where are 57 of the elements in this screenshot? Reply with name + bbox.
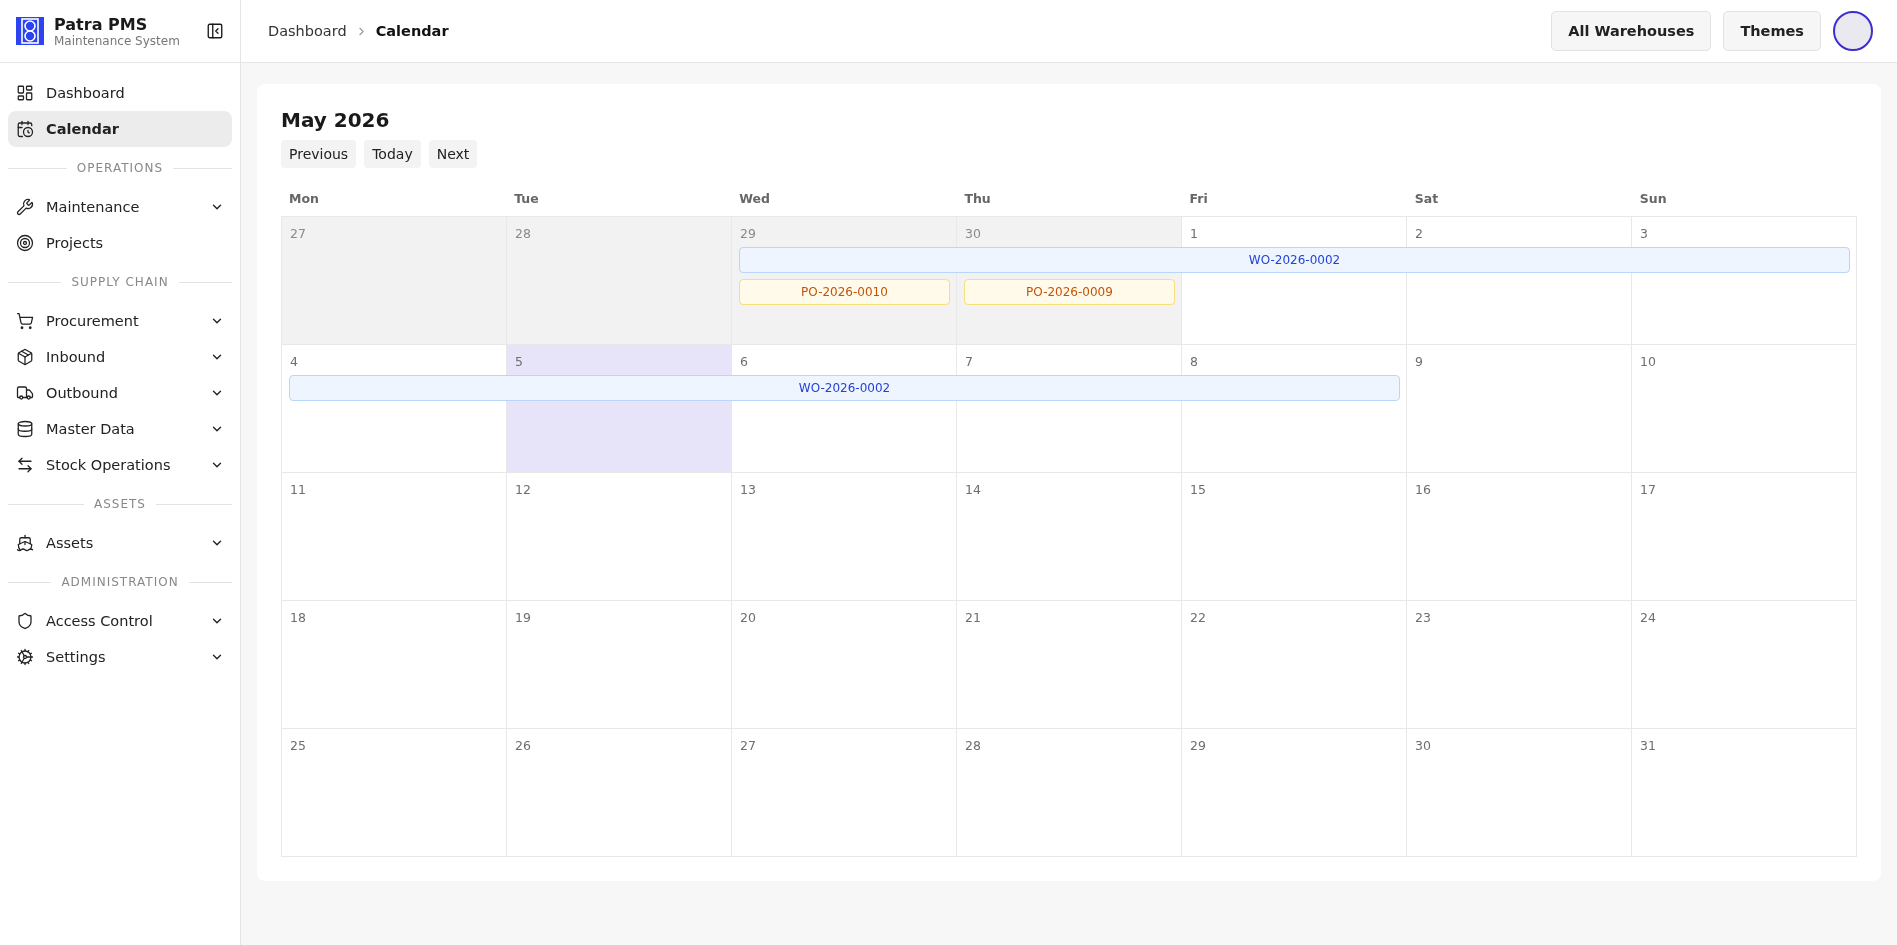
- nav-item[interactable]: Assets: [8, 525, 232, 561]
- shield-icon: [16, 612, 34, 630]
- weekday-label: Fri: [1188, 190, 1209, 206]
- section-heading: ASSETS: [94, 497, 146, 511]
- weekday-label: Sun: [1638, 190, 1668, 206]
- nav-item[interactable]: Inbound: [8, 339, 232, 375]
- day-cell[interactable]: 27: [282, 217, 507, 247]
- nav-item[interactable]: Stock Operations: [8, 447, 232, 483]
- nav-item[interactable]: Settings: [8, 639, 232, 675]
- weekday-label: Mon: [288, 190, 320, 206]
- brand-name: Patra PMS: [54, 14, 149, 34]
- dashboard-grid-icon: [16, 84, 34, 102]
- nav-item[interactable]: Calendar: [8, 111, 232, 147]
- box-icon: [16, 348, 34, 366]
- cart-icon: [16, 312, 34, 330]
- event-bar[interactable]: WO-2026-0002: [739, 247, 1850, 273]
- calendar-title: May 2026: [281, 108, 391, 132]
- nav-item[interactable]: Procurement: [8, 303, 232, 339]
- settings-icon: [16, 648, 34, 666]
- header-button[interactable]: All Warehouses: [1551, 11, 1712, 51]
- wrench-icon: [16, 198, 34, 216]
- database-icon: [16, 420, 34, 438]
- weekday-label: Sat: [1413, 190, 1440, 206]
- weekday-label: Wed: [738, 190, 772, 206]
- nav-item[interactable]: Outbound: [8, 375, 232, 411]
- section-heading: SUPPLY CHAIN: [71, 275, 169, 289]
- nav-item[interactable]: Dashboard: [8, 75, 232, 111]
- header-button[interactable]: Themes: [1723, 11, 1821, 51]
- nav-item[interactable]: Access Control: [8, 603, 232, 639]
- day-cell[interactable]: 5: [507, 345, 732, 375]
- ship-icon: [16, 534, 34, 552]
- event-bar[interactable]: WO-2026-0002: [289, 375, 1400, 401]
- calendar-nav-button[interactable]: Previous: [281, 140, 357, 168]
- event-bar[interactable]: PO-2026-0009: [964, 279, 1175, 305]
- breadcrumb-link[interactable]: Dashboard: [268, 23, 347, 39]
- nav-item[interactable]: Projects: [8, 225, 232, 261]
- day-cell[interactable]: 30: [957, 217, 1182, 247]
- section-heading: OPERATIONS: [76, 161, 164, 175]
- breadcrumb-link[interactable]: Calendar: [375, 23, 449, 39]
- event-bar[interactable]: PO-2026-0010: [739, 279, 950, 305]
- calendar-nav-button[interactable]: Today: [364, 140, 421, 168]
- logo-icon: [16, 17, 44, 45]
- calendar-nav-button[interactable]: Next: [428, 140, 478, 168]
- calendar-clock-icon: [16, 120, 34, 138]
- avatar[interactable]: [1833, 11, 1873, 51]
- weekday-label: Thu: [963, 190, 992, 206]
- section-heading: ADMINISTRATION: [61, 575, 179, 589]
- weekday-label: Tue: [513, 190, 540, 206]
- truck-icon: [16, 384, 34, 402]
- day-cell[interactable]: 28: [507, 217, 732, 247]
- nav-item[interactable]: Maintenance: [8, 189, 232, 225]
- target-icon: [16, 234, 34, 252]
- arrows-icon: [16, 456, 34, 474]
- day-cell[interactable]: 29: [732, 217, 957, 247]
- sidebar-toggle-icon[interactable]: [206, 22, 224, 40]
- nav-item[interactable]: Master Data: [8, 411, 232, 447]
- brand-subtitle: Maintenance System: [54, 33, 181, 48]
